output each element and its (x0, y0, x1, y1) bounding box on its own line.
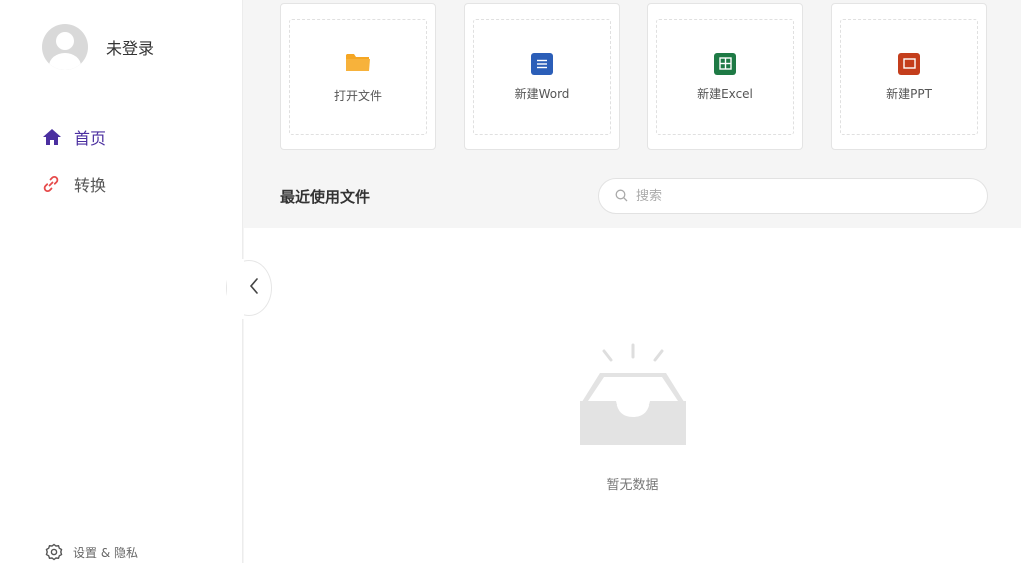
card-label: 新建Word (514, 86, 570, 101)
card-label: 打开文件 (333, 88, 382, 103)
empty-state-text: 暂无数据 (606, 478, 659, 493)
avatar (42, 24, 88, 70)
card-label: 新建Excel (697, 86, 753, 101)
gear-icon (45, 543, 63, 561)
sidebar-item-convert[interactable]: 转换 (42, 172, 106, 196)
recent-files-title: 最近使用文件 (280, 188, 371, 206)
chevron-left-icon (249, 278, 259, 298)
home-icon (42, 128, 64, 146)
empty-inbox-icon (578, 343, 688, 452)
sidebar-item-label: 首页 (74, 129, 107, 148)
recent-files-panel: 暂无数据 (244, 228, 1021, 563)
new-excel-card[interactable]: 新建Excel (647, 3, 803, 150)
new-ppt-card[interactable]: 新建PPT (831, 3, 987, 150)
search-input[interactable] (634, 187, 968, 205)
open-file-card[interactable]: 打开文件 (280, 3, 436, 150)
collapse-sidebar-button[interactable] (226, 259, 272, 319)
new-word-card[interactable]: 新建Word (464, 3, 620, 150)
sidebar-item-label: 转换 (74, 176, 107, 195)
excel-icon (714, 52, 736, 75)
ppt-icon (898, 52, 920, 75)
settings-privacy-link[interactable]: 设置 & 隐私 (45, 541, 138, 563)
sidebar: 未登录 首页 转换 设置 & 隐私 (0, 0, 243, 563)
sidebar-item-home[interactable]: 首页 (42, 125, 106, 149)
word-icon (531, 52, 553, 75)
link-icon (42, 175, 64, 193)
settings-label: 设置 & 隐私 (73, 545, 138, 560)
card-label: 新建PPT (886, 86, 932, 101)
search-box[interactable] (598, 178, 988, 214)
main-content: 打开文件 新建Word 新建Excel 新建PPT 最近使用文件 搜索 暂无数据 (244, 0, 1021, 563)
login-status-label: 未登录 (106, 39, 155, 58)
search-icon (615, 187, 628, 206)
folder-icon (345, 51, 371, 77)
user-profile[interactable]: 未登录 (42, 24, 154, 70)
